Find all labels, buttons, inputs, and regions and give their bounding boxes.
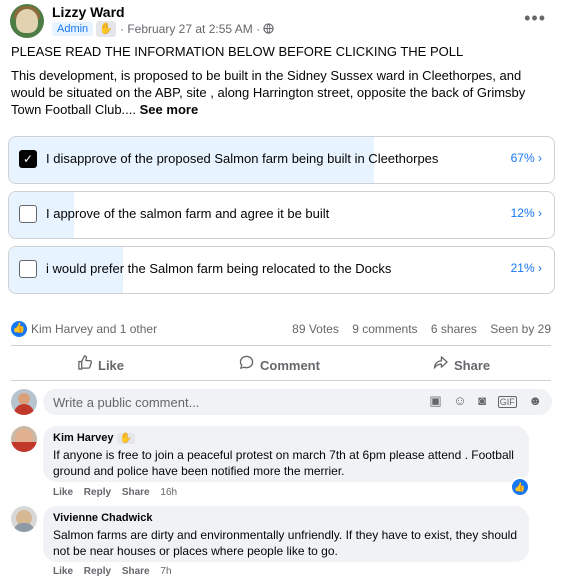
poll-option-approve[interactable]: I approve of the salmon farm and agree i… xyxy=(8,191,555,239)
comment-actions: Like Reply Share 7h xyxy=(53,566,180,577)
comment-actions: Like Reply Share 16h xyxy=(53,487,185,498)
like-reaction-icon[interactable]: 👍 xyxy=(11,321,27,337)
poll-option-percent[interactable]: 67% › xyxy=(511,151,542,165)
comment-share-link[interactable]: Share xyxy=(122,566,150,577)
poll-option-relocate[interactable]: i would prefer the Salmon farm being rel… xyxy=(8,246,555,294)
member-badge-icon[interactable]: ✋ xyxy=(96,21,116,37)
comment-bubble-icon xyxy=(239,355,254,374)
comment-bubble: Kim Harvey ✋ If anyone is free to join a… xyxy=(43,426,529,482)
comment-author[interactable]: Kim Harvey ✋ xyxy=(53,432,136,444)
comment-label: Comment xyxy=(260,358,320,373)
comment-like-link[interactable]: Like xyxy=(53,566,73,577)
like-label: Like xyxy=(98,358,125,373)
comment-author[interactable]: Vivienne Chadwick xyxy=(53,512,152,524)
divider xyxy=(11,345,551,346)
share-arrow-icon xyxy=(433,355,448,374)
admin-badge: Admin xyxy=(52,22,94,36)
comment-reply-link[interactable]: Reply xyxy=(84,566,111,577)
post-actions: Like Comment Share xyxy=(11,347,551,379)
poll-option-percent[interactable]: 12% › xyxy=(511,206,542,220)
post-body: This development, is proposed to be buil… xyxy=(11,67,551,118)
comment-share-link[interactable]: Share xyxy=(122,487,150,498)
like-button[interactable]: Like xyxy=(77,355,124,374)
comments-count[interactable]: 9 comments xyxy=(352,322,417,336)
poll-option-label: I approve of the salmon farm and agree i… xyxy=(46,206,330,221)
gif-icon[interactable]: GIF xyxy=(497,396,517,408)
seen-by-count[interactable]: Seen by 29 xyxy=(490,322,551,336)
reactions-bar: 👍 Kim Harvey and 1 other 89 Votes 9 comm… xyxy=(11,320,551,340)
checkbox-icon[interactable] xyxy=(19,205,37,223)
avatar-sticker-icon[interactable]: ☻ xyxy=(528,393,542,408)
post-timestamp[interactable]: · February 27 at 2:55 AM · xyxy=(120,22,263,36)
camera-icon[interactable]: ◙ xyxy=(478,393,486,408)
share-button[interactable]: Share xyxy=(433,355,490,374)
post-meta: · February 27 at 2:55 AM · xyxy=(120,22,275,36)
share-label: Share xyxy=(454,358,491,373)
comment-like-reaction-icon[interactable]: 👍 xyxy=(510,477,530,497)
emoji-icon[interactable]: ☺ xyxy=(453,393,466,408)
comment-bubble: Vivienne Chadwick Salmon farms are dirty… xyxy=(43,506,529,562)
composer-tools: ▣ ☺ ◙ GIF ☻ xyxy=(421,393,542,409)
sticker-icon[interactable]: ▣ xyxy=(429,393,441,408)
comment-text: If anyone is free to join a peaceful pro… xyxy=(53,448,514,478)
post-stats: 89 Votes 9 comments 6 shares Seen by 29 xyxy=(282,322,551,336)
author-name[interactable]: Lizzy Ward xyxy=(52,4,125,20)
see-more-link[interactable]: See more xyxy=(140,102,199,117)
comment-input[interactable]: Write a public comment... ▣ ☺ ◙ GIF ☻ xyxy=(43,389,552,415)
member-badge-icon: ✋ xyxy=(116,433,136,444)
author-avatar[interactable] xyxy=(10,4,44,38)
votes-count[interactable]: 89 Votes xyxy=(292,322,339,336)
globe-icon xyxy=(263,22,275,36)
more-options-icon[interactable]: ••• xyxy=(524,8,546,29)
comment-text: Salmon farms are dirty and environmental… xyxy=(53,528,518,558)
shares-count[interactable]: 6 shares xyxy=(431,322,477,336)
comment-placeholder: Write a public comment... xyxy=(53,395,200,410)
comment-button[interactable]: Comment xyxy=(239,355,320,374)
poll-option-percent[interactable]: 21% › xyxy=(511,261,542,275)
comment-reply-link[interactable]: Reply xyxy=(84,487,111,498)
poll-option-label: I disapprove of the proposed Salmon farm… xyxy=(46,151,439,166)
thumbs-up-icon xyxy=(77,355,92,374)
comment-like-link[interactable]: Like xyxy=(53,487,73,498)
reactors-link[interactable]: Kim Harvey and 1 other xyxy=(31,322,157,336)
poll-option-label: i would prefer the Salmon farm being rel… xyxy=(46,261,392,276)
commenter-avatar[interactable] xyxy=(11,506,37,532)
post-header: Lizzy Ward Admin ✋ · February 27 at 2:55… xyxy=(10,4,554,38)
divider xyxy=(11,380,551,381)
commenter-avatar[interactable] xyxy=(11,426,37,452)
post-body-text: This development, is proposed to be buil… xyxy=(11,68,526,117)
checkbox-checked-icon[interactable]: ✓ xyxy=(19,150,37,168)
current-user-avatar[interactable] xyxy=(11,389,37,415)
post-headline: PLEASE READ THE INFORMATION BELOW BEFORE… xyxy=(11,44,464,59)
poll-option-disapprove[interactable]: ✓ I disapprove of the proposed Salmon fa… xyxy=(8,136,555,184)
checkbox-icon[interactable] xyxy=(19,260,37,278)
comment-time[interactable]: 7h xyxy=(160,566,171,577)
comment-time[interactable]: 16h xyxy=(160,487,177,498)
